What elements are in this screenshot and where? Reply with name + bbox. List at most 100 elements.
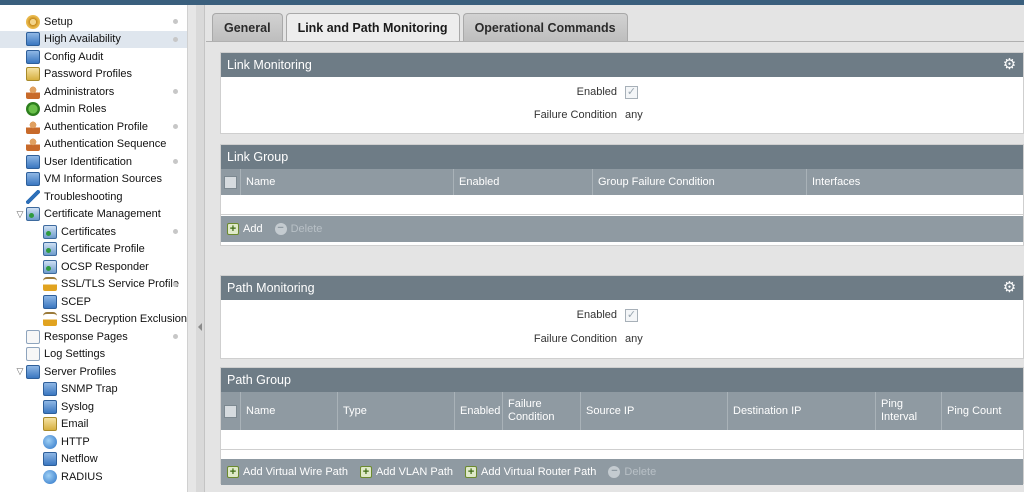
sidebar-item-ocsp-responder[interactable]: OCSP Responder [0,258,187,275]
tab-link-and-path-monitoring[interactable]: Link and Path Monitoring [285,13,460,42]
sidebar-item-netflow[interactable]: Netflow [0,451,187,468]
delete-button[interactable]: − Delete [274,223,322,235]
column-group-failure-condition[interactable]: Group Failure Condition [593,169,807,195]
sidebar-item-label: SCEP [61,295,91,308]
sidebar-item-log-settings[interactable]: Log Settings [0,346,187,363]
link-monitoring-panel: Link Monitoring ⚙ Enabled ✓ Failure Cond… [220,52,1024,134]
ssl-decryption-exclusion-icon [42,312,57,326]
path-monitoring-title: Path Monitoring [227,281,315,295]
sidebar-item-label: Syslog [61,400,95,413]
sidebar-item-scep[interactable]: SCEP [0,293,187,310]
path-group-header: Path Group [221,368,1023,392]
sidebar-item-label: Email [61,418,89,430]
sidebar-item-vm-information-sources[interactable]: VM Information Sources [0,171,187,188]
sidebar-item-password-profiles[interactable]: Password Profiles [0,66,187,83]
response-pages-icon [26,329,40,344]
tab-operational-commands[interactable]: Operational Commands [462,13,628,42]
plus-icon: + [227,466,239,478]
vm-information-sources-icon [26,172,40,186]
minus-icon: − [274,223,287,235]
sidebar-item-label: Setup [44,15,73,28]
add-vlan-path-button[interactable]: + Add VLAN Path [359,466,453,478]
pane-splitter[interactable] [196,5,205,492]
link-group-title: Link Group [227,150,289,164]
column-ping-interval[interactable]: Ping Interval [876,392,942,430]
sidebar-scrollbar[interactable] [187,5,196,492]
sidebar-tree: Setup High Availability Config Audit Passwo… [0,5,196,492]
sidebar-item-label: Response Pages [44,330,128,343]
sidebar-item-label: OCSP Responder [61,260,149,273]
sidebar-item-label: Authentication Sequence [44,138,167,150]
sidebar-item-setup[interactable]: Setup [0,13,187,30]
column-enabled[interactable]: Enabled [454,169,593,195]
link-group-table-header: Name Enabled Group Failure Condition Int… [221,169,1023,195]
add-virtual-wire-path-button[interactable]: + Add Virtual Wire Path [227,466,348,478]
sidebar-item-ssl-tls-service-profile[interactable]: SSL/TLS Service Profile [0,276,187,293]
collapse-arrow-icon[interactable] [198,323,202,331]
syslog-icon [43,399,57,414]
sidebar-item-radius[interactable]: RADIUS [0,468,187,485]
delete-button[interactable]: − Delete [608,466,656,478]
sidebar-item-config-audit[interactable]: Config Audit [0,48,187,65]
path-failure-condition-label: Failure Condition [533,333,617,345]
status-dot-icon [173,229,178,234]
password-profiles-icon [26,67,40,81]
sidebar-item-label: Certificate Management [44,208,161,220]
column-failure-condition[interactable]: Failure Condition [503,392,581,430]
column-destination-ip[interactable]: Destination IP [728,392,876,430]
select-all-checkbox[interactable] [221,392,241,430]
column-source-ip[interactable]: Source IP [581,392,728,430]
sidebar-item-syslog[interactable]: Syslog [0,398,187,415]
ssl-tls-service-profile-icon [43,277,57,291]
path-group-toolbar: + Add Virtual Wire Path + Add VLAN Path + A… [221,459,1023,485]
plus-icon: + [359,466,372,478]
column-enabled[interactable]: Enabled [455,392,503,430]
sidebar-item-label: Config Audit [44,50,104,63]
check-icon: ✓ [625,309,638,322]
sidebar-item-certificate-profile[interactable]: Certificate Profile [0,241,187,258]
select-all-checkbox[interactable] [221,169,241,195]
path-enabled-label: Enabled [576,309,617,321]
link-enabled-checkbox[interactable]: ✓ [625,86,638,99]
gear-icon[interactable]: ⚙ [1002,280,1017,295]
column-type[interactable]: Type [338,392,455,430]
sidebar-item-snmp-trap[interactable]: SNMP Trap [0,381,187,398]
sidebar-item-high-availability[interactable]: High Availability [0,30,187,48]
column-name[interactable]: Name [241,169,454,195]
sidebar-item-label: VM Information Sources [44,173,162,185]
log-settings-icon [26,347,40,361]
link-group-panel: Link Group Name Enabled Group Failure Co… [220,144,1024,246]
sidebar-item-troubleshooting[interactable]: Troubleshooting [0,188,187,205]
path-failure-condition-value: any [625,333,643,345]
certificates-icon [43,224,57,239]
link-group-header: Link Group [221,145,1023,169]
path-monitoring-panel: Path Monitoring ⚙ Enabled ✓ Failure Cond… [220,275,1024,359]
sidebar-item-email[interactable]: Email [0,416,187,433]
sidebar-item-user-identification[interactable]: User Identification [0,153,187,170]
sidebar-item-administrators[interactable]: Administrators [0,83,187,100]
sidebar-item-authentication-profile[interactable]: Authentication Profile [0,118,187,135]
column-name[interactable]: Name [241,392,338,430]
status-dot-icon [173,19,178,24]
certificate-profile-icon [43,242,57,256]
sidebar-item-certificates[interactable]: Certificates [0,223,187,240]
path-enabled-checkbox[interactable]: ✓ [625,309,638,322]
sidebar-item-ssl-decryption-exclusion[interactable]: SSL Decryption Exclusion [0,311,187,328]
column-interfaces[interactable]: Interfaces [807,169,1023,195]
sidebar-item-label: Certificates [61,225,117,238]
sidebar-item-authentication-sequence[interactable]: Authentication Sequence [0,136,187,153]
add-button[interactable]: + Add [227,223,263,235]
sidebar-item-http[interactable]: HTTP [0,433,187,450]
sidebar-item-admin-roles[interactable]: Admin Roles [0,101,187,118]
column-ping-count[interactable]: Ping Count [942,392,1022,430]
sidebar-item-response-pages[interactable]: Response Pages [0,328,187,345]
gear-icon[interactable]: ⚙ [1002,57,1017,72]
expand-toggle-icon[interactable]: ▽ [14,366,26,377]
setup-icon [26,14,40,29]
sidebar-item-certificate-management[interactable]: ▽ Certificate Management [0,206,187,223]
expand-toggle-icon[interactable]: ▽ [14,209,26,220]
sidebar-item-label: Admin Roles [44,103,107,115]
tab-general[interactable]: General [212,13,283,42]
sidebar-item-server-profiles[interactable]: ▽ Server Profiles [0,363,187,380]
add-virtual-router-path-button[interactable]: + Add Virtual Router Path [465,466,596,478]
